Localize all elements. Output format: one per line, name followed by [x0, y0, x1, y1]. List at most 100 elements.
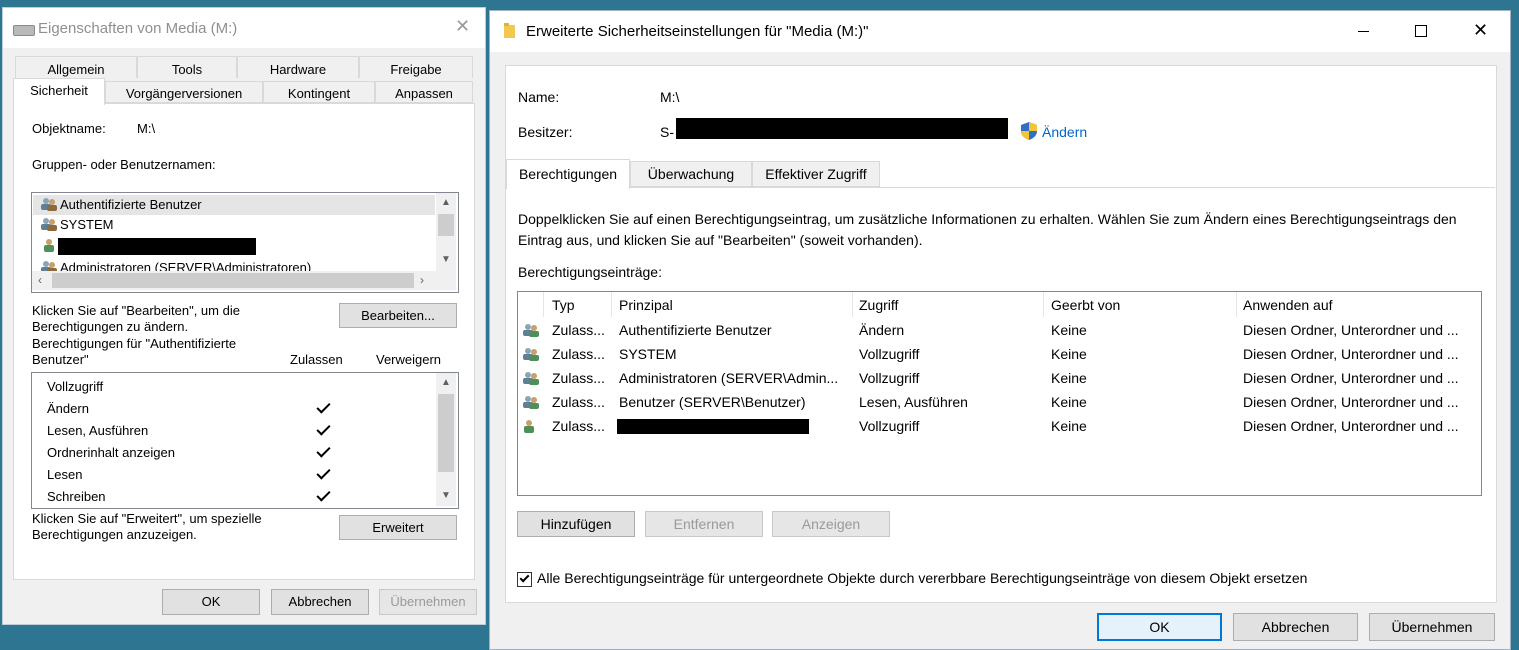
tab-effektiver-zugriff[interactable]: Effektiver Zugriff — [752, 161, 880, 187]
add-button[interactable]: Hinzufügen — [517, 511, 635, 537]
tab-tools[interactable]: Tools — [137, 56, 237, 78]
column-header-prinzipal[interactable]: Prinzipal — [619, 297, 673, 313]
cell-type: Zulass... — [552, 418, 605, 434]
group-icon — [522, 371, 540, 388]
close-icon[interactable]: ✕ — [1473, 20, 1488, 41]
tab-sicherheit[interactable]: Sicherheit — [13, 78, 105, 105]
redacted-username — [58, 238, 256, 255]
column-header-typ[interactable]: Typ — [552, 297, 575, 313]
column-header-zugriff[interactable]: Zugriff — [859, 297, 898, 313]
deny-column-header: Verweigern — [376, 352, 442, 367]
column-header-geerbt-von[interactable]: Geerbt von — [1051, 297, 1120, 313]
redacted-principal — [617, 419, 809, 434]
permission-name: Lesen, Ausführen — [47, 423, 149, 438]
header-divider — [611, 292, 612, 317]
cell-access: Vollzugriff — [859, 346, 920, 362]
scrollbar-thumb[interactable] — [438, 394, 454, 472]
permissions-for-label: Berechtigungen für "Authentifizierte Ben… — [32, 336, 237, 367]
scroll-up-icon[interactable]: ▲ — [441, 378, 451, 388]
scroll-down-icon[interactable]: ▼ — [441, 491, 451, 501]
cell-inherited: Keine — [1051, 394, 1087, 410]
cancel-button[interactable]: Abbrechen — [1233, 613, 1358, 641]
header-divider — [1043, 292, 1044, 317]
apply-button[interactable]: Übernehmen — [379, 589, 477, 615]
cell-access: Lesen, Ausführen — [859, 394, 968, 410]
vertical-scrollbar[interactable]: ▲ ▼ — [436, 193, 456, 271]
close-icon[interactable]: ✕ — [455, 16, 470, 37]
table-header: Typ Prinzipal Zugriff Geerbt von Anwende… — [518, 292, 1481, 317]
vertical-scrollbar[interactable]: ▲ ▼ — [436, 373, 456, 506]
scroll-right-icon[interactable]: › — [420, 274, 424, 286]
name-label: Name: — [518, 89, 560, 105]
cell-inherited: Keine — [1051, 322, 1087, 338]
name-value: M:\ — [660, 89, 680, 105]
tab-kontingent[interactable]: Kontingent — [263, 81, 375, 103]
permission-name: Vollzugriff — [47, 379, 104, 394]
window-title: Erweiterte Sicherheitseinstellungen für … — [526, 23, 869, 40]
cancel-button[interactable]: Abbrechen — [271, 589, 369, 615]
tab-hardware[interactable]: Hardware — [237, 56, 359, 78]
cell-inherited: Keine — [1051, 370, 1087, 386]
list-item-label: Authentifizierte Benutzer — [60, 197, 202, 212]
redacted-owner — [676, 118, 1008, 139]
ok-button[interactable]: OK — [1097, 613, 1222, 641]
scroll-left-icon[interactable]: ‹ — [38, 274, 42, 286]
allow-checkmark-icon — [316, 465, 331, 480]
header-divider — [543, 292, 544, 317]
cell-inherited: Keine — [1051, 418, 1087, 434]
tab-allgemein[interactable]: Allgemein — [15, 56, 137, 78]
column-header-anwenden-auf[interactable]: Anwenden auf — [1243, 297, 1333, 313]
tab-berechtigungen[interactable]: Berechtigungen — [506, 159, 630, 189]
horizontal-scrollbar[interactable]: ‹ › — [32, 271, 436, 290]
cell-type: Zulass... — [552, 322, 605, 338]
object-name-label: Objektname: — [32, 121, 106, 136]
advanced-hint: Klicken Sie auf "Erweitert", um speziell… — [32, 511, 262, 542]
cell-inherited: Keine — [1051, 346, 1087, 362]
scrollbar-thumb[interactable] — [438, 214, 454, 236]
scroll-up-icon[interactable]: ▲ — [441, 198, 451, 208]
groups-listbox[interactable]: Authentifizierte Benutzer SYSTEM Adminis… — [31, 192, 459, 293]
scroll-down-icon[interactable]: ▼ — [441, 255, 451, 265]
cell-applies: Diesen Ordner, Unterordner und ... — [1243, 418, 1459, 434]
replace-checkbox[interactable] — [517, 572, 532, 587]
group-icon — [522, 347, 540, 364]
advanced-button[interactable]: Erweitert — [339, 515, 457, 540]
view-button[interactable]: Anzeigen — [772, 511, 890, 537]
minimize-icon[interactable] — [1358, 31, 1369, 32]
change-owner-link[interactable]: Ändern — [1042, 124, 1087, 140]
edit-hint: Klicken Sie auf "Bearbeiten", um die Ber… — [32, 303, 240, 334]
permission-name: Lesen — [47, 467, 83, 482]
ok-button[interactable]: OK — [162, 589, 260, 615]
replace-checkbox-label[interactable]: Alle Berechtigungseinträge für untergeor… — [537, 570, 1307, 586]
scrollbar-thumb[interactable] — [52, 273, 414, 288]
properties-window: Eigenschaften von Media (M:) ✕ Allgemein… — [2, 7, 486, 625]
edit-button[interactable]: Bearbeiten... — [339, 303, 457, 328]
drive-icon — [13, 25, 35, 36]
info-text: Doppelklicken Sie auf einen Berechtigung… — [518, 211, 1457, 248]
cell-access: Ändern — [859, 322, 905, 338]
group-icon — [40, 217, 58, 234]
group-icon — [40, 197, 58, 214]
user-icon — [522, 419, 536, 436]
cell-type: Zulass... — [552, 346, 605, 362]
tab-vorgaengerversionen[interactable]: Vorgängerversionen — [105, 81, 263, 103]
advanced-security-window: Erweiterte Sicherheitseinstellungen für … — [489, 10, 1511, 650]
permissions-list[interactable]: Vollzugriff Ändern Lesen, Ausführen Ordneri… — [31, 372, 459, 509]
object-name-value: M:\ — [137, 121, 156, 136]
maximize-icon[interactable] — [1415, 25, 1427, 37]
cell-access: Vollzugriff — [859, 418, 920, 434]
permission-name: Ändern — [47, 401, 89, 416]
apply-button[interactable]: Übernehmen — [1369, 613, 1495, 641]
tab-ueberwachung[interactable]: Überwachung — [630, 161, 752, 187]
allow-checkmark-icon — [316, 443, 331, 458]
permission-name: Schreiben — [47, 489, 106, 504]
cell-principal: Administratoren (SERVER\Admin... — [619, 370, 839, 386]
tab-anpassen[interactable]: Anpassen — [375, 81, 473, 103]
remove-button[interactable]: Entfernen — [645, 511, 763, 537]
owner-prefix: S- — [660, 124, 674, 140]
tab-freigabe[interactable]: Freigabe — [359, 56, 473, 78]
entries-table[interactable]: Typ Prinzipal Zugriff Geerbt von Anwende… — [517, 291, 1482, 496]
cell-access: Vollzugriff — [859, 370, 920, 386]
group-icon — [522, 323, 540, 340]
groups-label: Gruppen- oder Benutzernamen: — [32, 157, 216, 172]
